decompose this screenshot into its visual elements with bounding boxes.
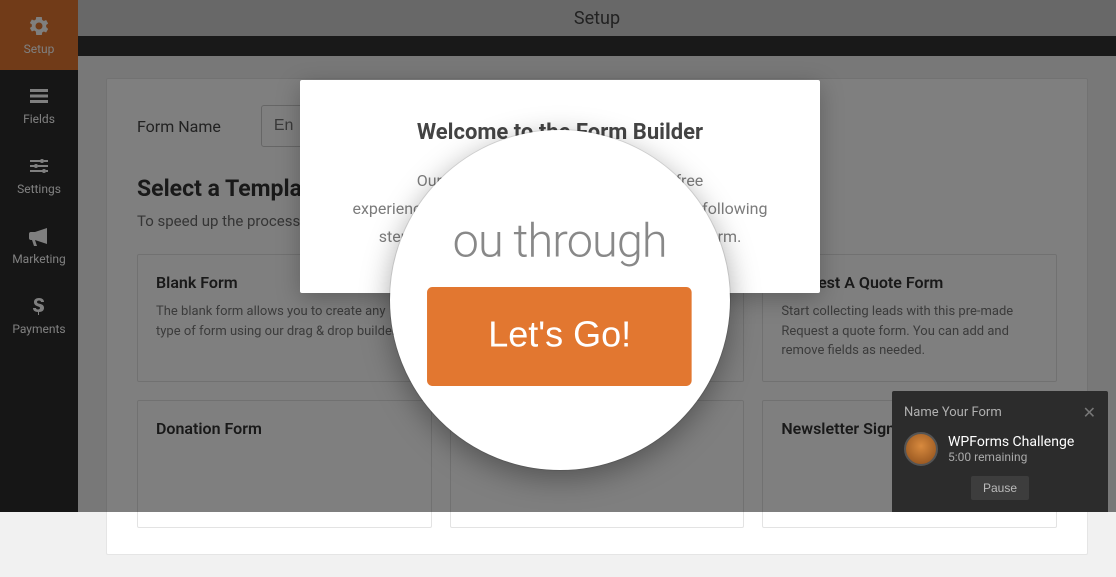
card-desc: Start collecting leads with this pre-mad…	[781, 302, 1038, 361]
dollar-icon	[27, 294, 51, 318]
avatar-icon	[904, 432, 938, 466]
sidebar-item-label: Payments	[12, 322, 65, 336]
form-name-label: Form Name	[137, 117, 221, 136]
page-title: Setup	[574, 8, 620, 29]
subbar	[78, 36, 1116, 56]
card-desc: The blank form allows you to create any …	[156, 302, 413, 341]
pause-button[interactable]: Pause	[971, 476, 1029, 500]
bullhorn-icon	[27, 224, 51, 248]
challenge-widget: Name Your Form ✕ WPForms Challenge 5:00 …	[892, 391, 1108, 512]
sidebar-item-marketing[interactable]: Marketing	[0, 210, 78, 280]
sidebar-item-label: Setup	[24, 42, 55, 56]
template-card-donation[interactable]: Donation Form	[137, 400, 432, 528]
sidebar-item-label: Settings	[17, 182, 61, 196]
sidebar: Setup Fields Settings Marketing Payments	[0, 0, 78, 512]
magnifier: ou through Let's Go!	[390, 130, 730, 470]
challenge-subtitle: 5:00 remaining	[948, 450, 1074, 464]
magnifier-background-text: ou through	[427, 215, 692, 269]
challenge-title: WPForms Challenge	[948, 434, 1074, 450]
challenge-head: Name Your Form	[904, 405, 1002, 420]
card-title: Donation Form	[156, 419, 413, 438]
sidebar-item-setup[interactable]: Setup	[0, 0, 78, 70]
sidebar-item-payments[interactable]: Payments	[0, 280, 78, 350]
gear-icon	[27, 14, 51, 38]
sidebar-item-label: Marketing	[12, 252, 66, 266]
sidebar-item-label: Fields	[23, 112, 55, 126]
sliders-icon	[27, 154, 51, 178]
close-icon[interactable]: ✕	[1083, 403, 1096, 422]
list-icon	[27, 84, 51, 108]
topbar: Setup	[78, 0, 1116, 36]
lets-go-button[interactable]: Let's Go!	[427, 287, 692, 386]
sidebar-item-settings[interactable]: Settings	[0, 140, 78, 210]
sidebar-item-fields[interactable]: Fields	[0, 70, 78, 140]
